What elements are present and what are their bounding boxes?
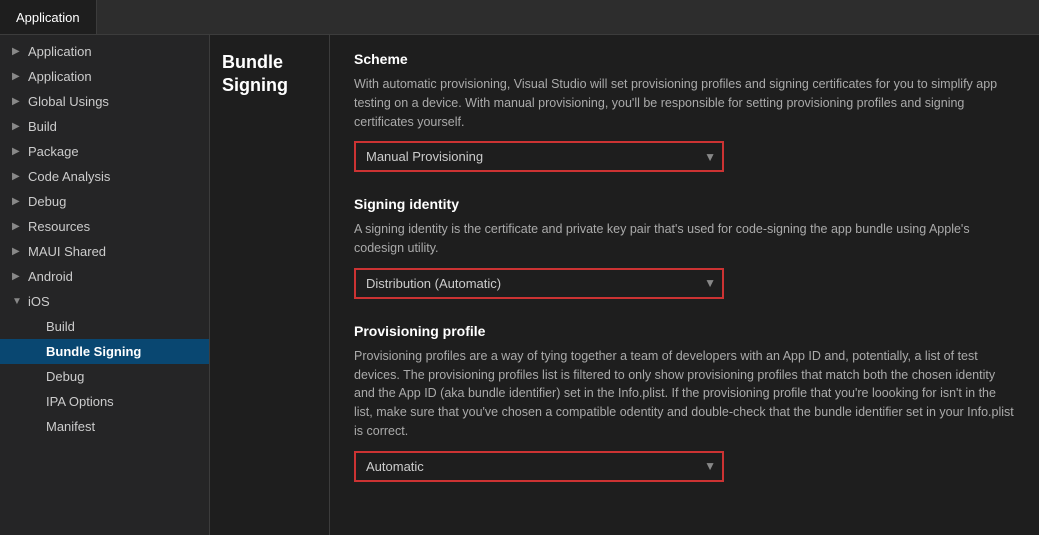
sidebar-item-label: Build xyxy=(28,119,57,134)
sidebar-item-label: Application xyxy=(28,69,92,84)
sidebar-item-build[interactable]: ▶ Build xyxy=(0,114,209,139)
sidebar-item-label: Resources xyxy=(28,219,90,234)
main-area: ▶ Application ▶ Application ▶ Global Usi… xyxy=(0,35,1039,535)
arrow-icon: ▼ xyxy=(12,296,22,307)
sidebar-item-application2[interactable]: ▶ Application xyxy=(0,64,209,89)
scheme-heading: Scheme xyxy=(354,51,1015,67)
arrow-icon: ▶ xyxy=(12,121,22,132)
tab-application[interactable]: Application xyxy=(0,0,97,34)
sidebar-item-android[interactable]: ▶ Android xyxy=(0,264,209,289)
sidebar-item-label: Debug xyxy=(46,369,84,384)
arrow-icon: ▶ xyxy=(12,196,22,207)
arrow-icon: ▶ xyxy=(12,96,22,107)
scheme-description: With automatic provisioning, Visual Stud… xyxy=(354,75,1015,131)
provisioning-profile-dropdown[interactable]: Automatic None xyxy=(354,451,724,482)
sidebar-item-label: Android xyxy=(28,269,73,284)
sidebar-item-resources[interactable]: ▶ Resources xyxy=(0,214,209,239)
provisioning-profile-description: Provisioning profiles are a way of tying… xyxy=(354,347,1015,441)
sidebar-item-label: Application xyxy=(28,44,92,59)
sidebar-item-label: MAUI Shared xyxy=(28,244,106,259)
sidebar-item-package[interactable]: ▶ Package xyxy=(0,139,209,164)
section-title: Bundle Signing xyxy=(222,51,317,98)
sidebar-item-label: Build xyxy=(46,319,75,334)
sidebar-item-application1[interactable]: ▶ Application xyxy=(0,39,209,64)
sidebar-item-ios-manifest[interactable]: Manifest xyxy=(0,414,209,439)
sidebar-item-label: Global Usings xyxy=(28,94,109,109)
sidebar-item-ios-build[interactable]: Build xyxy=(0,314,209,339)
sidebar-item-ios-bundle-signing[interactable]: Bundle Signing xyxy=(0,339,209,364)
sidebar-item-label: Code Analysis xyxy=(28,169,110,184)
sidebar-item-code-analysis[interactable]: ▶ Code Analysis xyxy=(0,164,209,189)
provisioning-profile-section: Provisioning profile Provisioning profil… xyxy=(354,323,1015,482)
arrow-icon: ▶ xyxy=(12,171,22,182)
top-bar: Application xyxy=(0,0,1039,35)
content-panel: Scheme With automatic provisioning, Visu… xyxy=(330,35,1039,535)
sidebar: ▶ Application ▶ Application ▶ Global Usi… xyxy=(0,35,210,535)
tab-application-label: Application xyxy=(16,10,80,25)
sidebar-item-ios-debug[interactable]: Debug xyxy=(0,364,209,389)
sidebar-item-debug[interactable]: ▶ Debug xyxy=(0,189,209,214)
scheme-dropdown-wrapper: Manual Provisioning Automatic Provisioni… xyxy=(354,141,724,172)
provisioning-profile-dropdown-wrapper: Automatic None ▼ xyxy=(354,451,724,482)
signing-identity-section: Signing identity A signing identity is t… xyxy=(354,196,1015,299)
scheme-section: Scheme With automatic provisioning, Visu… xyxy=(354,51,1015,172)
sidebar-item-ios-ipa[interactable]: IPA Options xyxy=(0,389,209,414)
signing-identity-heading: Signing identity xyxy=(354,196,1015,212)
sidebar-item-global-usings[interactable]: ▶ Global Usings xyxy=(0,89,209,114)
arrow-icon: ▶ xyxy=(12,146,22,157)
arrow-icon: ▶ xyxy=(12,271,22,282)
signing-identity-dropdown-wrapper: Distribution (Automatic) iPhone Develope… xyxy=(354,268,724,299)
arrow-icon: ▶ xyxy=(12,71,22,82)
arrow-icon: ▶ xyxy=(12,46,22,57)
provisioning-profile-heading: Provisioning profile xyxy=(354,323,1015,339)
sidebar-item-label: Bundle Signing xyxy=(46,344,141,359)
sidebar-item-label: iOS xyxy=(28,294,50,309)
arrow-icon: ▶ xyxy=(12,221,22,232)
sidebar-item-label: Manifest xyxy=(46,419,95,434)
section-title-panel: Bundle Signing xyxy=(210,35,330,535)
sidebar-item-ios[interactable]: ▼ iOS xyxy=(0,289,209,314)
signing-identity-dropdown[interactable]: Distribution (Automatic) iPhone Develope… xyxy=(354,268,724,299)
arrow-icon: ▶ xyxy=(12,246,22,257)
sidebar-item-label: Debug xyxy=(28,194,66,209)
sidebar-item-label: Package xyxy=(28,144,79,159)
sidebar-item-maui-shared[interactable]: ▶ MAUI Shared xyxy=(0,239,209,264)
scheme-dropdown[interactable]: Manual Provisioning Automatic Provisioni… xyxy=(354,141,724,172)
sidebar-item-label: IPA Options xyxy=(46,394,114,409)
signing-identity-description: A signing identity is the certificate an… xyxy=(354,220,1015,258)
